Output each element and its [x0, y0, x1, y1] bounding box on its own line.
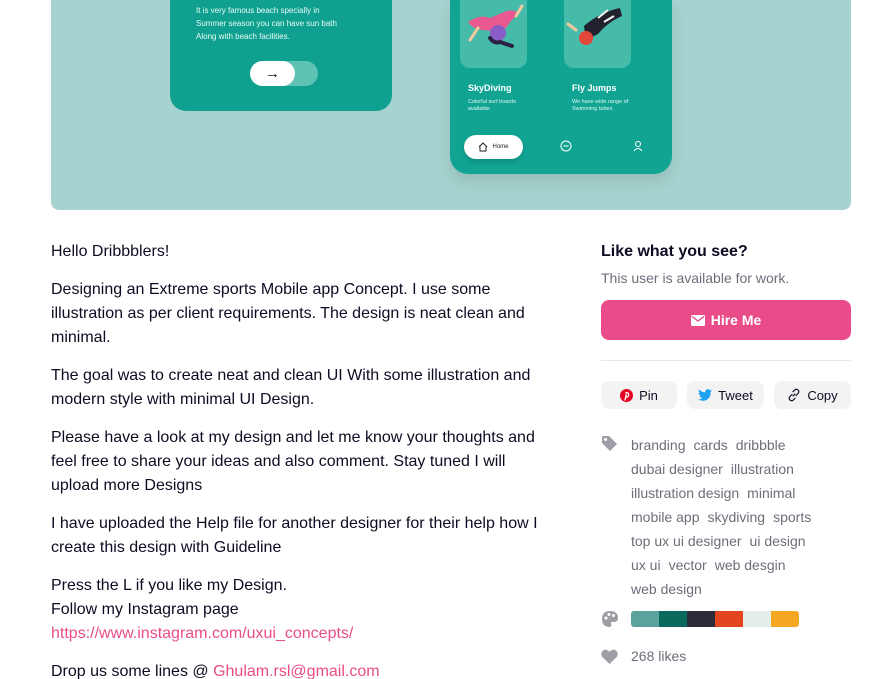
tile-subtitle-line: available	[468, 106, 490, 112]
color-swatch[interactable]	[771, 611, 799, 627]
availability-text: This user is available for work.	[601, 270, 790, 286]
hire-me-button[interactable]: Hire Me	[601, 300, 851, 340]
phone-screen: SkyDiving Colorful surf boards available…	[450, 0, 672, 174]
description-paragraph: I have uploaded the Help file for anothe…	[51, 515, 538, 556]
tag-link[interactable]: mobile app	[631, 509, 700, 525]
color-swatch[interactable]	[743, 611, 771, 627]
tag-link[interactable]: top ux ui designer	[631, 533, 742, 549]
heart-icon	[601, 649, 618, 664]
link-icon	[788, 388, 800, 402]
email-link[interactable]: Ghulam.rsl@gmail.com	[213, 663, 380, 679]
color-swatch[interactable]	[631, 611, 659, 627]
tile-title: SkyDiving	[468, 83, 512, 93]
tag-link[interactable]: ui design	[750, 533, 806, 549]
tag-link[interactable]: dribbble	[736, 437, 786, 453]
arrow-right-icon: →	[250, 61, 295, 86]
mail-icon	[690, 314, 705, 326]
tag-link[interactable]: illustration	[731, 461, 794, 477]
description-paragraph: Please have a look at my design and let …	[51, 429, 535, 494]
tag-icon	[602, 436, 617, 451]
palette-icon	[602, 611, 618, 627]
sidebar-title: Like what you see?	[601, 243, 748, 260]
tag-link[interactable]: illustration design	[631, 485, 739, 501]
description-paragraph: The goal was to create neat and clean UI…	[51, 367, 531, 408]
sidebar: Like what you see? This user is availabl…	[601, 240, 851, 664]
tweet-button[interactable]: Tweet	[687, 381, 764, 409]
user-icon	[633, 141, 643, 152]
tile-title: Fly Jumps	[572, 83, 617, 93]
home-nav-pill: Home	[464, 135, 523, 159]
tile-subtitle-line: Colorful surf boards	[468, 99, 516, 105]
tag-link[interactable]: sports	[773, 509, 811, 525]
twitter-icon	[698, 389, 713, 401]
tag-link[interactable]: web desgin	[715, 557, 786, 573]
beach-card: It is very famous beach specially in Sum…	[170, 0, 392, 111]
tile-subtitle: Colorful surf boards available	[468, 99, 548, 113]
tag-link[interactable]: vector	[669, 557, 707, 573]
color-swatch[interactable]	[715, 611, 743, 627]
shot-preview-image[interactable]: It is very famous beach specially in Sum…	[51, 0, 851, 210]
color-swatch[interactable]	[659, 611, 687, 627]
chat-bubble-icon	[560, 140, 572, 152]
copy-label: Copy	[807, 387, 838, 403]
likes-count[interactable]: 268 likes	[631, 646, 686, 666]
description-paragraph-links: Press the L if you like my Design. Follo…	[51, 574, 556, 646]
contact-prefix: Drop us some lines @	[51, 663, 214, 679]
instagram-link[interactable]: https://www.instagram.com/uxui_concepts/	[51, 625, 353, 642]
pin-button[interactable]: Pin	[601, 381, 677, 409]
tag-link[interactable]: skydiving	[708, 509, 766, 525]
copy-link-button[interactable]: Copy	[774, 381, 851, 409]
skydiving-illustration	[460, 0, 527, 68]
tag-list: branding cards dribbble dubai designer illu…	[631, 433, 841, 601]
tag-link[interactable]: dubai designer	[631, 461, 723, 477]
color-swatch[interactable]	[687, 611, 715, 627]
tag-link[interactable]: branding	[631, 437, 686, 453]
beach-card-line: Along with beach facilities.	[196, 32, 290, 41]
description-paragraph: Designing an Extreme sports Mobile app C…	[51, 281, 525, 346]
pin-label: Pin	[639, 387, 658, 403]
tile-subtitle-line: Swimming tubes	[572, 106, 613, 112]
tile-subtitle-line: We have wide range of	[572, 99, 629, 105]
beach-card-line: It is very famous beach specially in	[196, 6, 320, 15]
shot-description: Hello Dribbblers! Designing an Extreme s…	[51, 240, 556, 679]
tweet-label: Tweet	[718, 387, 753, 403]
home-icon	[479, 142, 488, 152]
follow-line: Follow my Instagram page	[51, 601, 239, 618]
contact-line: Drop us some lines @ Ghulam.rsl@gmail.co…	[51, 660, 556, 679]
beach-card-description: It is very famous beach specially in Sum…	[196, 4, 376, 43]
sidebar-divider	[601, 360, 851, 361]
beach-card-line: Summer season you can have sun bath	[196, 19, 337, 28]
tag-link[interactable]: minimal	[747, 485, 795, 501]
color-swatches	[631, 611, 799, 627]
press-line: Press the L if you like my Design.	[51, 577, 287, 594]
tag-link[interactable]: ux ui	[631, 557, 661, 573]
share-buttons: Pin Tweet Copy	[601, 381, 851, 409]
tag-link[interactable]: cards	[694, 437, 728, 453]
tag-link[interactable]: web design	[631, 581, 702, 597]
pinterest-icon	[620, 388, 634, 402]
tile-subtitle: We have wide range of Swimming tubes	[572, 99, 652, 113]
home-nav-label: Home	[492, 144, 509, 150]
fly-jumps-illustration	[564, 0, 631, 68]
description-paragraph: Hello Dribbblers!	[51, 243, 170, 260]
hire-me-label: Hire Me	[710, 312, 762, 328]
